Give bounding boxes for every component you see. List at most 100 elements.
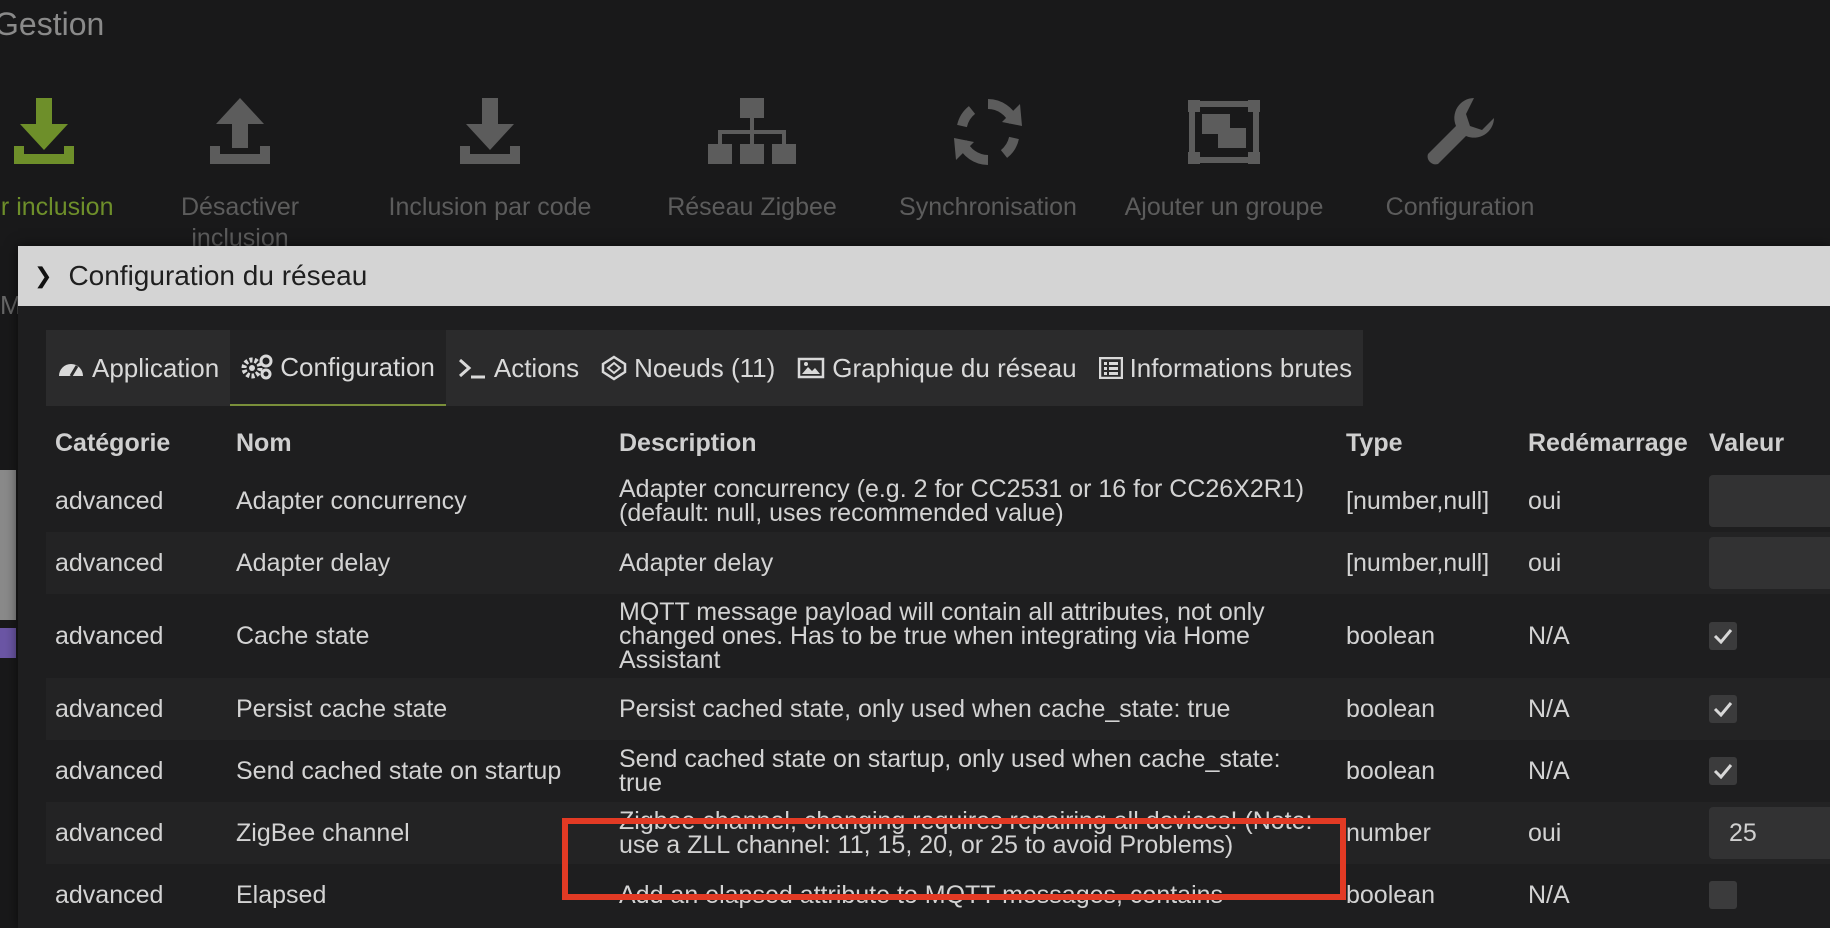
dashboard-icon	[59, 364, 83, 377]
group-object-icon	[1114, 72, 1334, 192]
gears-icon	[241, 354, 273, 380]
table-row: advanced Persist cache state Persist cac…	[46, 678, 1830, 740]
cell-restart: oui	[1528, 548, 1562, 577]
cell-category: advanced	[55, 694, 164, 723]
value-checkbox[interactable]	[1709, 881, 1737, 909]
cell-description: MQTT message payload will contain all at…	[619, 598, 1265, 674]
cell-category: advanced	[55, 880, 164, 909]
cell-restart: oui	[1528, 486, 1562, 515]
cell-type: boolean	[1346, 694, 1435, 723]
tab-actions[interactable]: Actions	[446, 330, 590, 406]
header-category[interactable]: Catégorie	[55, 429, 170, 458]
cell-category: advanced	[55, 486, 164, 515]
toolbar-sync-button[interactable]: Synchronisation	[878, 72, 1098, 223]
cell-description: Persist cached state, only used when cac…	[619, 695, 1231, 723]
table-row: advanced Adapter concurrency Adapter con…	[46, 470, 1830, 532]
cell-restart: oui	[1528, 818, 1562, 847]
cell-restart: N/A	[1528, 694, 1570, 723]
value-checkbox[interactable]	[1709, 622, 1737, 650]
table-row: advanced Elapsed Add an elapsed attribut…	[46, 864, 1830, 926]
table-row: advanced Cache state MQTT message payloa…	[46, 594, 1830, 678]
cell-description: Add an elapsed attribute to MQTT message…	[619, 881, 1224, 909]
background-sidebar: M	[0, 290, 18, 760]
cell-description: Send cached state on startup, only used …	[619, 745, 1281, 797]
cell-name: Adapter concurrency	[236, 486, 467, 515]
toolbar-label: Configuration	[1385, 193, 1535, 221]
tab-network-graph[interactable]: Graphique du réseau	[786, 330, 1087, 406]
value-input[interactable]	[1709, 475, 1830, 527]
toolbar-label: Désactiver inclusion	[180, 193, 300, 252]
table-row: advanced ZigBee channel Zigbee channel, …	[46, 802, 1830, 864]
header-value[interactable]: Valeur	[1709, 429, 1784, 458]
toolbar-add-group-button[interactable]: Ajouter un groupe	[1114, 72, 1334, 223]
toolbar-label: Réseau Zigbee	[667, 193, 837, 221]
toolbar-inclusion-code-button[interactable]: Inclusion par code	[380, 72, 600, 223]
header-description[interactable]: Description	[619, 431, 1319, 456]
config-table: Catégorie Nom Description Type Redémarra…	[46, 416, 1830, 926]
sync-icon	[878, 72, 1098, 192]
chevron-right-icon: ❯	[34, 263, 53, 288]
cell-category: advanced	[55, 621, 164, 650]
network-config-modal: ❯ Configuration du réseau Application Co…	[18, 246, 1830, 928]
tab-label: Informations brutes	[1129, 352, 1353, 383]
tab-label: Noeuds (11)	[634, 352, 776, 383]
cell-name: Cache state	[236, 621, 370, 650]
download-icon	[380, 72, 600, 192]
tab-nodes[interactable]: Noeuds (11)	[590, 330, 786, 406]
cell-type: number	[1346, 818, 1431, 847]
toolbar: ver inclusion Désactiver inclusion Inclu…	[0, 72, 1830, 252]
cell-type: boolean	[1346, 756, 1435, 785]
cell-type: boolean	[1346, 621, 1435, 650]
cell-type: boolean	[1346, 880, 1435, 909]
header-type[interactable]: Type	[1346, 429, 1403, 458]
cell-type: [number,null]	[1346, 548, 1490, 577]
toolbar-label: Ajouter un groupe	[1124, 193, 1324, 221]
cell-name: Elapsed	[236, 880, 327, 909]
cell-category: advanced	[55, 818, 164, 847]
table-row: advanced Send cached state on startup Se…	[46, 740, 1830, 802]
cell-type: [number,null]	[1346, 486, 1490, 515]
header-name[interactable]: Nom	[236, 429, 292, 458]
tab-raw-info[interactable]: Informations brutes	[1088, 330, 1364, 406]
modal-header[interactable]: ❯ Configuration du réseau	[18, 246, 1830, 306]
toolbar-zigbee-network-button[interactable]: Réseau Zigbee	[642, 72, 862, 223]
cell-description: Adapter delay	[619, 549, 774, 577]
cell-name: Adapter delay	[236, 548, 391, 577]
header-restart[interactable]: Redémarrage	[1528, 429, 1688, 458]
list-icon	[1098, 357, 1123, 379]
table-header-row: Catégorie Nom Description Type Redémarra…	[46, 416, 1830, 470]
table-row: advanced Adapter delay Adapter delay [nu…	[46, 532, 1830, 594]
checkmark-icon	[1713, 629, 1733, 644]
value-input[interactable]: 25	[1709, 807, 1830, 859]
cell-name: Send cached state on startup	[236, 756, 562, 785]
tab-label: Application	[92, 352, 220, 383]
modal-title: Configuration du réseau	[68, 260, 368, 291]
tab-label: Graphique du réseau	[832, 352, 1077, 383]
modal-tabs: Application Configuration Actions Noeuds…	[46, 330, 1364, 406]
image-icon	[798, 357, 825, 379]
value-checkbox[interactable]	[1709, 695, 1737, 723]
cell-description: Zigbee channel, changing requires repair…	[619, 807, 1313, 859]
toolbar-label: Synchronisation	[899, 193, 1077, 221]
cell-name: Persist cache state	[236, 694, 448, 723]
toolbar-label: Inclusion par code	[388, 193, 592, 221]
cell-description: Adapter concurrency (e.g. 2 for CC2531 o…	[619, 475, 1305, 527]
value-input[interactable]	[1709, 537, 1830, 589]
cell-name: ZigBee channel	[236, 818, 410, 847]
page-title: Gestion	[0, 6, 105, 42]
cell-restart: N/A	[1528, 880, 1570, 909]
cell-restart: N/A	[1528, 621, 1570, 650]
toolbar-configuration-button[interactable]: Configuration	[1350, 72, 1570, 223]
cell-category: advanced	[55, 548, 164, 577]
upload-icon	[130, 72, 350, 192]
wrench-icon	[1350, 72, 1570, 192]
checkmark-icon	[1713, 764, 1733, 779]
toolbar-deactivate-inclusion-button[interactable]: Désactiver inclusion	[130, 72, 350, 254]
network-tree-icon	[642, 72, 862, 192]
value-checkbox[interactable]	[1709, 757, 1737, 785]
cell-restart: N/A	[1528, 756, 1570, 785]
checkmark-icon	[1713, 702, 1733, 717]
codepen-icon	[601, 355, 627, 381]
tab-configuration[interactable]: Configuration	[230, 330, 446, 406]
tab-application[interactable]: Application	[46, 330, 230, 406]
